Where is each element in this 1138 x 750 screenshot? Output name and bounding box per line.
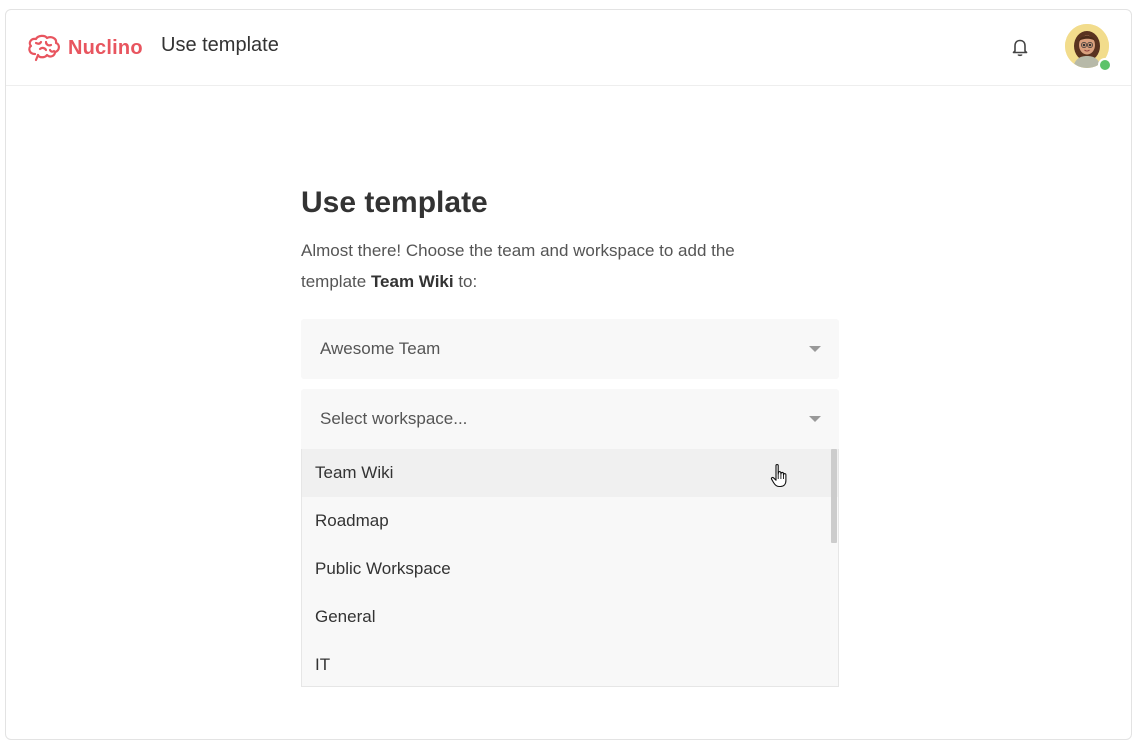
team-select-value: Awesome Team (320, 339, 441, 358)
brain-logo-icon (28, 34, 60, 62)
bell-icon[interactable] (1009, 36, 1031, 58)
workspace-select[interactable]: Select workspace... (301, 389, 839, 449)
chevron-down-icon (809, 416, 821, 422)
workspace-option[interactable]: Roadmap (302, 497, 838, 545)
team-select[interactable]: Awesome Team (301, 319, 839, 379)
hand-pointer-cursor-icon (770, 463, 790, 489)
workspace-option[interactable]: Public Workspace (302, 545, 838, 593)
logo-text: Nuclino (68, 36, 143, 59)
nuclino-logo[interactable]: Nuclino (26, 33, 143, 63)
workspace-option[interactable]: General (302, 593, 838, 641)
app-window: Nuclino Use template Use template Almost… (5, 9, 1132, 740)
top-bar: Nuclino Use template (6, 10, 1131, 86)
intro-prefix: Almost there! Choose the team and worksp… (301, 241, 735, 291)
template-name: Team Wiki (370, 272, 454, 291)
workspace-dropdown-list[interactable]: Team Wiki Roadmap Public Workspace Gener… (301, 449, 839, 687)
intro-suffix: to: (453, 272, 478, 291)
topbar-title: Use template (161, 34, 279, 56)
workspace-option[interactable]: Team Wiki (302, 449, 838, 497)
chevron-down-icon (809, 346, 821, 352)
page-title: Use template (301, 186, 488, 219)
intro-text: Almost there! Choose the team and worksp… (301, 235, 801, 297)
workspace-select-placeholder: Select workspace... (320, 409, 468, 428)
dropdown-scrollbar[interactable] (831, 449, 837, 543)
workspace-option[interactable]: IT (302, 641, 838, 686)
online-status-indicator (1098, 58, 1112, 72)
use-template-form: Use template Almost there! Choose the te… (301, 185, 839, 687)
